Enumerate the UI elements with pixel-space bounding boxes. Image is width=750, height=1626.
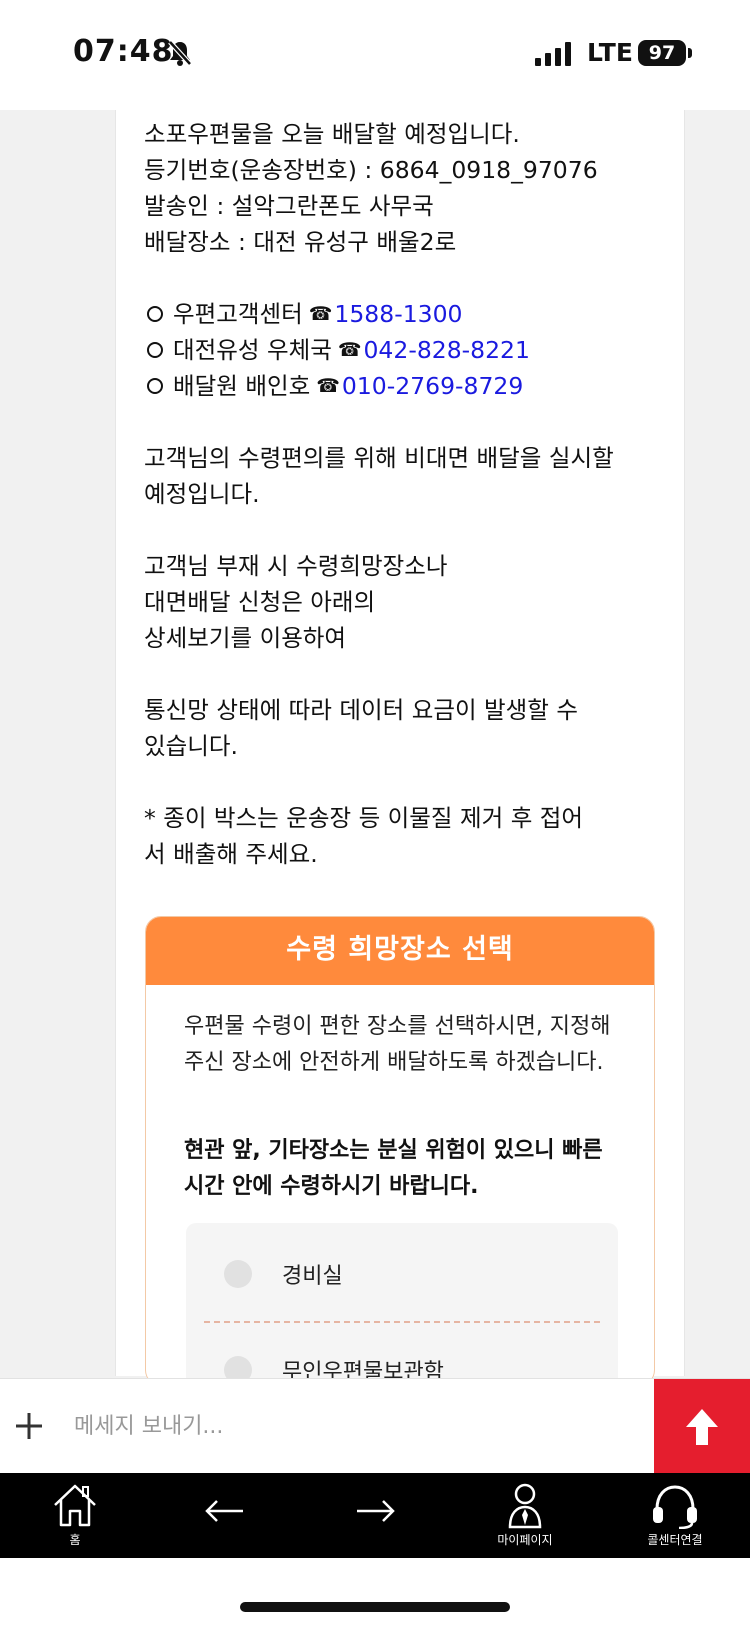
pick-location-panel: 수령 희망장소 선택 우편물 수령이 편한 장소를 선택하시면, 지정해주신 장… xyxy=(145,916,655,1386)
phone-icon: ☎ xyxy=(316,375,340,397)
phone-link[interactable]: 010-2769-8729 xyxy=(342,368,523,404)
message-line: 소포우편물을 오늘 배달할 예정입니다. xyxy=(144,120,520,148)
home-indicator[interactable] xyxy=(240,1602,510,1612)
box-disposal-notice: * 종이 박스는 운송장 등 이물질 제거 후 접어서 배출해 주세요. xyxy=(144,804,584,868)
data-charge-notice: 통신망 상태에 따라 데이터 요금이 발생할 수 있습니다. xyxy=(144,696,578,760)
nav-home[interactable]: 홈 xyxy=(20,1473,130,1558)
contact-row: 우편고객센터 ☎ 1588-1300 xyxy=(144,296,664,332)
pick-location-title: 수령 희망장소 선택 xyxy=(146,917,654,985)
contact-label: 우편고객센터 xyxy=(173,300,303,328)
radio-button[interactable] xyxy=(224,1260,252,1288)
tracking-number-line: 등기번호(운송장번호) : 6864_0918_97076 xyxy=(144,156,598,184)
battery-icon: 97 xyxy=(638,40,686,66)
bullet-icon xyxy=(147,342,163,358)
person-icon xyxy=(508,1483,542,1529)
nav-forward[interactable] xyxy=(320,1473,430,1558)
nav-home-label: 홈 xyxy=(69,1533,81,1547)
signal-icon xyxy=(535,42,571,66)
network-label: LTE xyxy=(587,38,633,67)
bullet-icon xyxy=(147,306,163,322)
home-icon xyxy=(54,1484,96,1527)
pick-location-warning: 현관 앞, 기타장소는 분실 위험이 있으니 빠른 시간 안에 수령하시기 바랍… xyxy=(184,1138,603,1199)
phone-link[interactable]: 1588-1300 xyxy=(334,296,462,332)
message-body: 소포우편물을 오늘 배달할 예정입니다. 등기번호(운송장번호) : 6864_… xyxy=(144,116,664,872)
phone-link[interactable]: 042-828-8221 xyxy=(363,332,529,368)
message-input-bar xyxy=(0,1378,750,1474)
bell-muted-icon xyxy=(168,40,192,66)
status-bar: 07:48 LTE 97 xyxy=(0,0,750,110)
plus-icon xyxy=(16,1413,42,1439)
headset-icon xyxy=(653,1485,697,1529)
home-indicator-area xyxy=(0,1558,750,1626)
absence-notice-line: 대면배달 신청은 아래의 xyxy=(144,588,376,616)
battery-nub xyxy=(688,48,692,58)
contact-row: 대전유성 우체국 ☎ 042-828-8221 xyxy=(144,332,664,368)
sender-line: 발송인 : 설악그란폰도 사무국 xyxy=(144,192,434,220)
contact-label: 대전유성 우체국 xyxy=(173,336,332,364)
send-button[interactable] xyxy=(654,1379,750,1474)
nav-mypage-label: 마이페이지 xyxy=(497,1533,553,1547)
location-options: 경비실 무인우편물보관함 xyxy=(186,1223,618,1385)
contactless-notice: 고객님의 수령편의를 위해 비대면 배달을 실시할 예정입니다. xyxy=(144,444,614,508)
nav-back[interactable] xyxy=(170,1473,280,1558)
option-security-office[interactable]: 경비실 xyxy=(186,1239,618,1309)
arrow-right-icon xyxy=(357,1500,395,1522)
contact-label: 배달원 배인호 xyxy=(173,372,311,400)
nav-callcenter[interactable]: 콜센터연결 xyxy=(620,1473,730,1558)
nav-mypage[interactable]: 마이페이지 xyxy=(470,1473,580,1558)
absence-notice-line: 상세보기를 이용하여 xyxy=(144,624,347,652)
phone-icon: ☎ xyxy=(308,303,333,325)
absence-notice-line: 고객님 부재 시 수령희망장소나 xyxy=(144,552,448,580)
attach-button[interactable] xyxy=(10,1399,48,1455)
pick-location-description: 우편물 수령이 편한 장소를 선택하시면, 지정해주신 장소에 안전하게 배달하… xyxy=(184,1014,611,1075)
message-input[interactable] xyxy=(72,1403,632,1449)
option-divider xyxy=(204,1321,600,1323)
option-label: 경비실 xyxy=(282,1264,343,1289)
arrow-up-icon xyxy=(686,1408,718,1445)
nav-callcenter-label: 콜센터연결 xyxy=(647,1533,703,1547)
delivery-place-line: 배달장소 : 대전 유성구 배울2로 xyxy=(144,228,457,256)
arrow-left-icon xyxy=(205,1500,243,1522)
bullet-icon xyxy=(147,378,163,394)
phone-icon: ☎ xyxy=(337,339,362,361)
contact-row: 배달원 배인호 ☎ 010-2769-8729 xyxy=(144,368,664,404)
status-time: 07:48 xyxy=(73,34,174,69)
bottom-nav: 홈 마이페이지 콜센터연결 xyxy=(0,1473,750,1558)
